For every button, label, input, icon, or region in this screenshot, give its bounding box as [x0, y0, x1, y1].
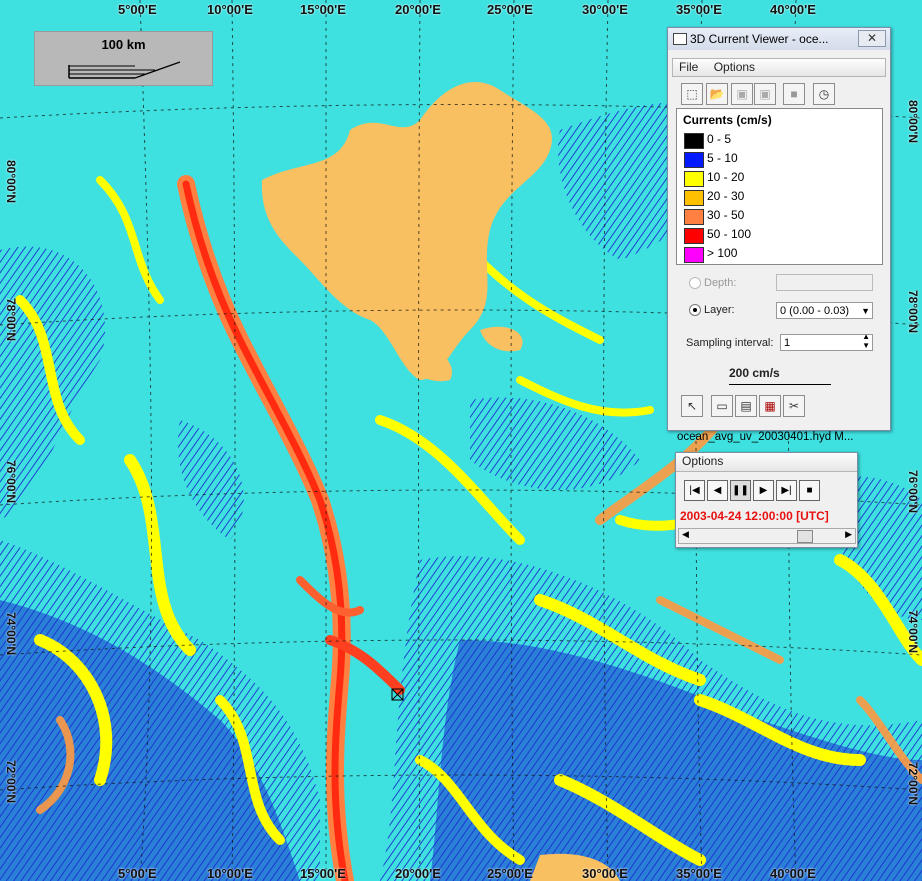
- menu-options[interactable]: Options: [708, 59, 761, 75]
- color-palette-icon[interactable]: ▦: [759, 395, 781, 417]
- scroll-right-icon[interactable]: ▶: [845, 529, 852, 540]
- playback-window[interactable]: Options |◀ ◀ ❚❚ ▶ ▶| ■ 2003-04-24 12:00:…: [675, 452, 858, 548]
- window-icon: [673, 33, 687, 45]
- legend-label: 20 - 30: [707, 189, 745, 203]
- pointer-icon[interactable]: ↖: [681, 395, 703, 417]
- vector-scale-line: [729, 384, 831, 385]
- legend-swatch: [684, 228, 704, 244]
- lon-label-top: 10°00'E: [207, 2, 253, 17]
- scale-bar-graphic: [68, 61, 181, 79]
- legend-swatch: [684, 209, 704, 225]
- lat-label-left: 80°00'N: [4, 160, 18, 204]
- lon-label-bottom: 20°00'E: [395, 866, 441, 881]
- ruler-icon[interactable]: ▭: [711, 395, 733, 417]
- legend-label: 50 - 100: [707, 227, 752, 241]
- playback-controls: |◀ ◀ ❚❚ ▶ ▶| ■: [684, 480, 834, 501]
- stop-icon[interactable]: ■: [783, 83, 805, 105]
- current-legend: Currents (cm/s) 0 - 5 5 - 10 10 - 20 20 …: [676, 108, 883, 265]
- scale-bar: 100 km: [34, 31, 213, 86]
- scroll-left-icon[interactable]: ◀: [682, 529, 689, 540]
- step-back-icon[interactable]: ◀: [707, 480, 728, 501]
- lon-label-bottom: 25°00'E: [487, 866, 533, 881]
- lon-label-bottom: 35°00'E: [676, 866, 722, 881]
- viewer-title: 3D Current Viewer - oce...: [690, 32, 829, 46]
- depth-label: Depth:: [704, 277, 737, 289]
- legend-label: 30 - 50: [707, 208, 745, 222]
- menubar: File Options: [672, 58, 886, 77]
- legend-title: Currents (cm/s): [683, 113, 772, 127]
- stop-playback-icon[interactable]: ■: [799, 480, 820, 501]
- depth-radio[interactable]: [689, 277, 701, 289]
- playback-options-menu[interactable]: Options: [676, 453, 729, 469]
- chevron-down-icon: ▼: [861, 306, 870, 316]
- lat-label-right: 76°00'N: [906, 470, 920, 514]
- file-caption: ocean_avg_uv_20030401.hyd M...: [677, 431, 854, 443]
- tools-toolbar: ↖ ▭ ▤ ▦ ✂: [676, 395, 881, 419]
- legend-swatch: [684, 152, 704, 168]
- current-viewer-window[interactable]: 3D Current Viewer - oce... ✕ File Option…: [667, 27, 891, 431]
- lat-label-left: 74°00'N: [4, 612, 18, 656]
- layer-label: Layer:: [704, 304, 735, 316]
- lon-label-bottom: 40°00'E: [770, 866, 816, 881]
- lat-label-right: 80°00'N: [906, 100, 920, 144]
- lat-label-left: 76°00'N: [4, 460, 18, 504]
- lon-label-top: 25°00'E: [487, 2, 533, 17]
- skip-to-end-icon[interactable]: ▶|: [776, 480, 797, 501]
- menu-file[interactable]: File: [673, 59, 704, 75]
- close-button[interactable]: ✕: [858, 30, 886, 47]
- lon-label-top: 30°00'E: [582, 2, 628, 17]
- lon-label-top: 35°00'E: [676, 2, 722, 17]
- viewer-titlebar[interactable]: 3D Current Viewer - oce... ✕: [668, 28, 890, 50]
- sampling-label: Sampling interval:: [686, 337, 774, 349]
- lon-label-bottom: 5°00'E: [118, 866, 157, 881]
- skip-to-start-icon[interactable]: |◀: [684, 480, 705, 501]
- spinner-arrows-icon[interactable]: ▲ ▼: [862, 332, 870, 350]
- legend-swatch: [684, 133, 704, 149]
- legend-swatch: [684, 190, 704, 206]
- file-toolbar: ⬚ 📂 ▣ ▣ ■ ◷: [676, 83, 881, 107]
- lon-label-top: 40°00'E: [770, 2, 816, 17]
- film-icon[interactable]: ▤: [735, 395, 757, 417]
- legend-label: > 100: [707, 246, 738, 260]
- lat-label-left: 72°00'N: [4, 760, 18, 804]
- lat-label-right: 72°00'N: [906, 762, 920, 806]
- sampling-value: 1: [784, 337, 791, 349]
- time-scrollbar[interactable]: ◀ ▶: [678, 528, 856, 544]
- open-folder-icon[interactable]: 📂: [706, 83, 728, 105]
- clock-icon[interactable]: ◷: [813, 83, 835, 105]
- scissors-icon[interactable]: ✂: [783, 395, 805, 417]
- timestamp: 2003-04-24 12:00:00 [UTC]: [680, 509, 829, 523]
- save-as-icon[interactable]: ▣: [754, 83, 776, 105]
- lon-label-bottom: 30°00'E: [582, 866, 628, 881]
- depth-field[interactable]: [776, 274, 873, 291]
- legend-label: 5 - 10: [707, 151, 738, 165]
- lat-label-left: 78°00'N: [4, 298, 18, 342]
- select-region-icon[interactable]: ⬚: [681, 83, 703, 105]
- step-forward-icon[interactable]: ▶: [753, 480, 774, 501]
- sampling-spinner[interactable]: 1 ▲ ▼: [780, 332, 873, 351]
- legend-label: 0 - 5: [707, 132, 732, 146]
- lat-label-right: 78°00'N: [906, 290, 920, 334]
- lon-label-top: 5°00'E: [118, 2, 157, 17]
- lon-label-bottom: 10°00'E: [207, 866, 253, 881]
- pause-icon[interactable]: ❚❚: [730, 480, 751, 501]
- vector-scale-label: 200 cm/s: [729, 366, 780, 380]
- legend-label: 10 - 20: [707, 170, 745, 184]
- lon-label-top: 15°00'E: [300, 2, 346, 17]
- playback-menubar: Options: [676, 453, 857, 472]
- lon-label-top: 20°00'E: [395, 2, 441, 17]
- lon-label-bottom: 15°00'E: [300, 866, 346, 881]
- save-icon[interactable]: ▣: [731, 83, 753, 105]
- legend-swatch: [684, 247, 704, 263]
- legend-swatch: [684, 171, 704, 187]
- layer-select[interactable]: 0 (0.00 - 0.03) ▼: [776, 302, 873, 319]
- lat-label-right: 74°00'N: [906, 610, 920, 654]
- time-slider-thumb[interactable]: [797, 530, 813, 543]
- layer-value: 0 (0.00 - 0.03): [780, 305, 850, 317]
- layer-radio[interactable]: [689, 304, 701, 316]
